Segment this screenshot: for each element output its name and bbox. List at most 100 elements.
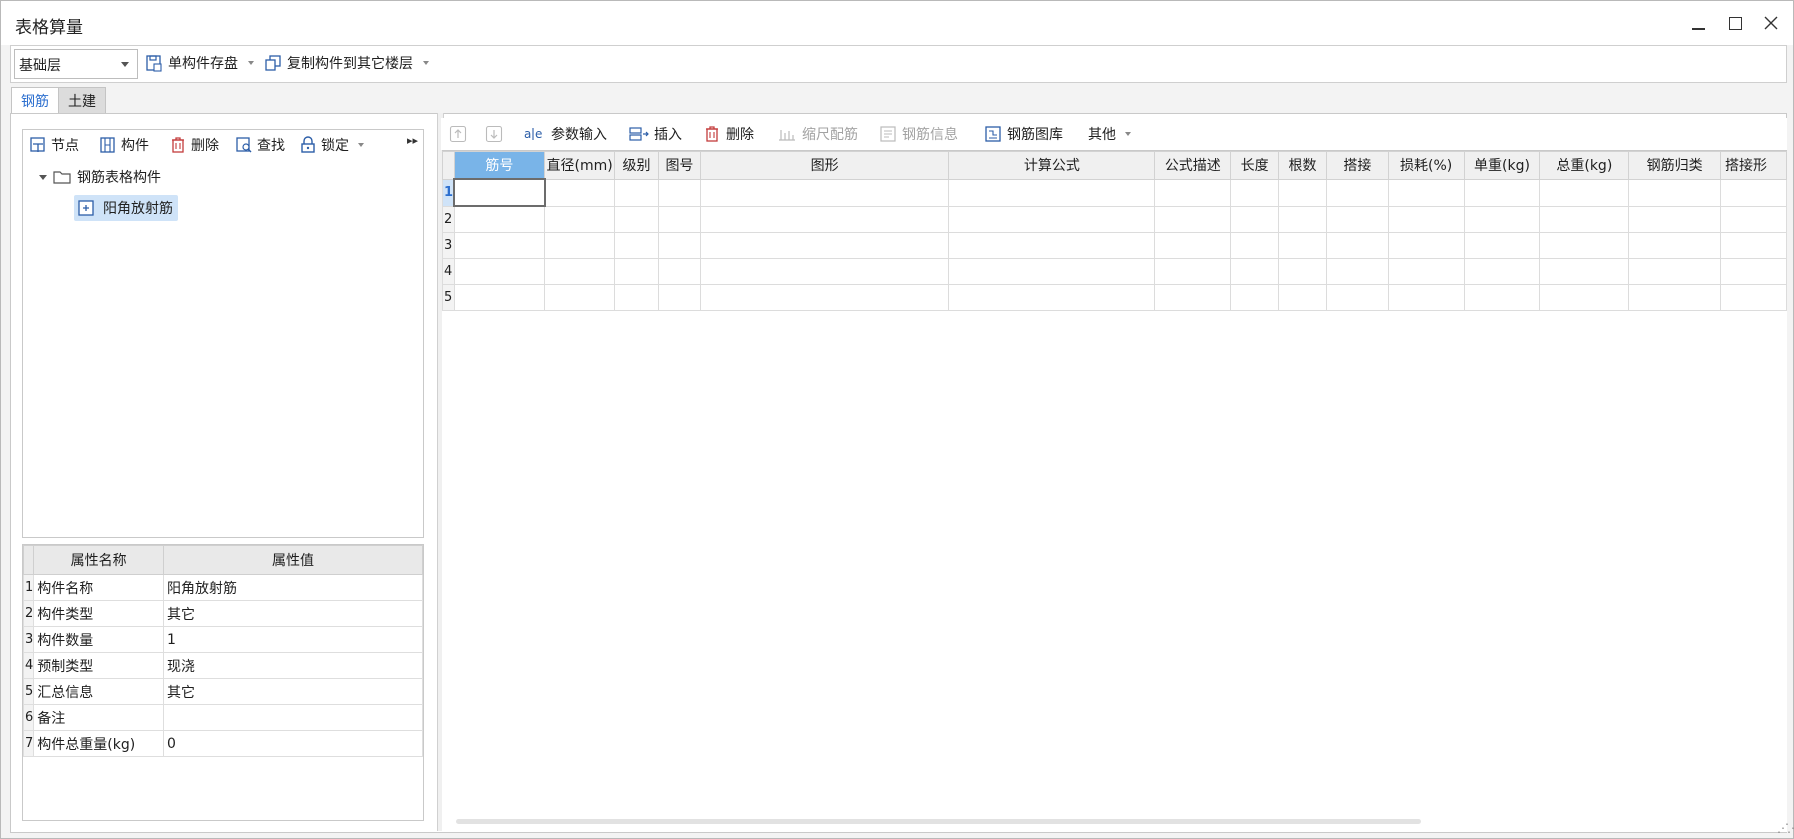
grid-cell[interactable] (1463, 205, 1541, 233)
property-value[interactable]: 现浇 (163, 652, 423, 679)
grid-cell[interactable] (948, 205, 1156, 233)
grid-cell[interactable] (1628, 205, 1721, 233)
tab-civil[interactable]: 土建 (58, 87, 106, 114)
grid-cell[interactable] (1387, 258, 1465, 285)
maximize-button[interactable] (1721, 9, 1749, 37)
grid-cell[interactable] (1719, 178, 1787, 207)
grid-cell[interactable] (1278, 232, 1327, 259)
add-node-button[interactable]: 节点 (29, 134, 79, 156)
column-header[interactable]: 图形 (699, 151, 950, 180)
grid-cell[interactable] (657, 205, 701, 233)
grid-cell[interactable] (1154, 284, 1232, 311)
grid-cell[interactable] (1154, 178, 1232, 207)
lock-button[interactable]: 锁定 (299, 134, 364, 156)
grid-cell[interactable] (1230, 284, 1280, 311)
grid-cell[interactable] (1719, 258, 1787, 285)
close-button[interactable] (1757, 9, 1785, 37)
move-up-button[interactable] (449, 123, 467, 145)
property-row[interactable]: 1 构件名称 阳角放射筋 (22, 574, 423, 601)
grid-cell[interactable] (1325, 178, 1389, 207)
grid-cell[interactable] (1463, 284, 1541, 311)
grid-cell[interactable] (1154, 205, 1232, 233)
grid-cell[interactable] (699, 178, 950, 207)
grid-cell[interactable] (657, 232, 701, 259)
column-header[interactable]: 钢筋归类 (1628, 151, 1721, 180)
grid-cell[interactable] (1387, 232, 1465, 259)
grid-cell[interactable] (614, 258, 659, 285)
grid-cell[interactable] (453, 178, 546, 207)
grid-cell[interactable] (1463, 178, 1541, 207)
grid-cell[interactable] (657, 258, 701, 285)
rebar-library-button[interactable]: 钢筋图库 (984, 123, 1063, 145)
grid-cell[interactable] (1539, 232, 1630, 259)
column-header[interactable]: 长度 (1230, 151, 1280, 180)
tree-item-corner-radial-rebar[interactable]: 阳角放射筋 (74, 195, 178, 221)
column-header[interactable]: 公式描述 (1154, 151, 1232, 180)
property-row[interactable]: 6 备注 (22, 704, 423, 731)
tab-rebar[interactable]: 钢筋 (11, 87, 59, 114)
find-button[interactable]: 查找 (235, 134, 285, 156)
grid-cell[interactable] (699, 258, 950, 285)
column-header[interactable]: 单重(kg) (1463, 151, 1541, 180)
param-input-button[interactable]: ae 参数输入 (524, 123, 607, 145)
grid-cell[interactable] (948, 232, 1156, 259)
grid-cell[interactable] (1278, 205, 1327, 233)
grid-cell[interactable] (1387, 284, 1465, 311)
column-header[interactable]: 搭接 (1325, 151, 1389, 180)
column-header[interactable]: 根数 (1278, 151, 1327, 180)
grid-cell[interactable] (1719, 232, 1787, 259)
property-row[interactable]: 4 预制类型 现浇 (22, 652, 423, 679)
column-header[interactable]: 级别 (614, 151, 659, 180)
grid-cell[interactable] (1325, 258, 1389, 285)
grid-cell[interactable] (1154, 232, 1232, 259)
grid-cell[interactable] (1230, 205, 1280, 233)
grid-cell[interactable] (1463, 258, 1541, 285)
grid-cell[interactable] (657, 284, 701, 311)
grid-cell[interactable] (453, 284, 546, 311)
grid-cell[interactable] (1719, 284, 1787, 311)
property-value[interactable] (163, 704, 423, 731)
grid-cell[interactable] (1539, 205, 1630, 233)
table-row[interactable]: 5 (442, 284, 1787, 311)
grid-cell[interactable] (453, 258, 546, 285)
grid-cell[interactable] (1539, 284, 1630, 311)
grid-cell[interactable] (1325, 232, 1389, 259)
grid-cell[interactable] (1278, 178, 1327, 207)
grid-cell[interactable] (657, 178, 701, 207)
tree-root-item[interactable]: 钢筋表格构件 (39, 167, 161, 187)
grid-cell[interactable] (614, 232, 659, 259)
grid-cell[interactable] (544, 205, 616, 233)
resize-grip-icon[interactable]: ⋰⋰ (1777, 821, 1794, 835)
caret-down-icon[interactable] (39, 174, 47, 180)
grid-cell[interactable] (544, 232, 616, 259)
rebar-info-button[interactable]: 钢筋信息 (879, 123, 958, 145)
grid-cell[interactable] (1628, 284, 1721, 311)
property-row[interactable]: 2 构件类型 其它 (22, 600, 423, 627)
grid-cell[interactable] (453, 205, 546, 233)
property-value[interactable]: 其它 (163, 600, 423, 627)
grid-cell[interactable] (544, 178, 616, 207)
grid-cell[interactable] (1387, 205, 1465, 233)
column-header[interactable]: 损耗(%) (1387, 151, 1465, 180)
delete-component-button[interactable]: 删除 (169, 134, 219, 156)
table-row[interactable]: 1 (442, 178, 1787, 207)
grid-cell[interactable] (614, 178, 659, 207)
grid-cell[interactable] (1539, 258, 1630, 285)
grid-cell[interactable] (1154, 258, 1232, 285)
grid-cell[interactable] (544, 284, 616, 311)
grid-cell[interactable] (1325, 205, 1389, 233)
grid-cell[interactable] (1278, 258, 1327, 285)
grid-cell[interactable] (544, 258, 616, 285)
grid-cell[interactable] (948, 284, 1156, 311)
add-component-button[interactable]: 构件 (99, 134, 149, 156)
grid-cell[interactable] (1230, 258, 1280, 285)
grid-cell[interactable] (614, 205, 659, 233)
grid-cell[interactable] (1278, 284, 1327, 311)
horizontal-scrollbar[interactable] (456, 819, 1421, 824)
grid-cell[interactable] (1628, 232, 1721, 259)
column-header[interactable]: 总重(kg) (1539, 151, 1630, 180)
column-header[interactable]: 图号 (657, 151, 701, 180)
move-down-button[interactable] (485, 123, 503, 145)
grid-cell[interactable] (1628, 258, 1721, 285)
property-value[interactable]: 其它 (163, 678, 423, 705)
